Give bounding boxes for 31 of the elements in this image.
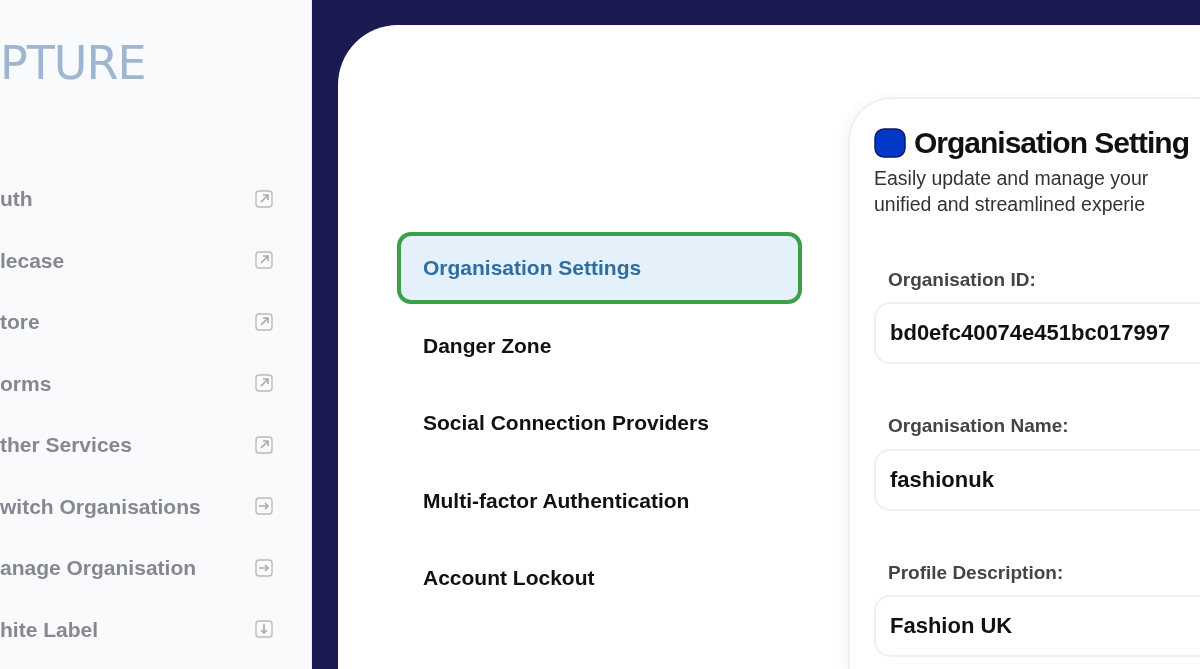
sidebar-item[interactable]: orms <box>0 367 52 399</box>
arrow-up-right-icon <box>255 251 273 270</box>
database-icon <box>874 128 906 158</box>
sidebar-item[interactable]: lecase <box>0 244 65 276</box>
arrow-right-icon <box>255 497 273 516</box>
arrow-up-right-icon <box>255 374 273 393</box>
input-field[interactable]: bd0efc40074e451bc017997 <box>874 302 1200 365</box>
settings-nav-item[interactable]: Social Connection Providers <box>401 391 798 455</box>
arrow-up-right-icon <box>255 189 273 208</box>
sidebar-item[interactable]: uth <box>0 183 33 215</box>
field-label: Organisation Name: <box>888 414 1069 439</box>
input-field[interactable]: Fashion UK <box>874 595 1200 658</box>
arrow-right-icon <box>255 558 273 577</box>
logo: PTURE <box>0 40 146 86</box>
settings-nav-item[interactable]: Multi-factor Authentication <box>401 468 798 532</box>
arrow-up-right-icon <box>255 312 273 331</box>
card-description: unified and streamlined experie <box>874 192 1146 218</box>
sidebar-item[interactable]: witch Organisations <box>0 490 201 522</box>
card-description: Easily update and manage your <box>874 166 1150 191</box>
sidebar-item[interactable]: ther Services <box>0 429 132 461</box>
card-title: Organisation Setting <box>914 125 1190 161</box>
field-label: Profile Description: <box>888 560 1064 585</box>
settings-nav-item[interactable]: Danger Zone <box>401 313 798 377</box>
sidebar-item[interactable]: tore <box>0 306 40 338</box>
settings-nav-item[interactable]: Account Lockout <box>401 546 798 610</box>
field-label: Organisation ID: <box>888 267 1036 292</box>
arrow-down-icon <box>255 620 273 639</box>
sidebar-item[interactable]: hite Label <box>0 613 99 645</box>
arrow-up-right-icon <box>255 435 273 454</box>
input-field[interactable]: fashionuk <box>874 448 1200 511</box>
sidebar-item[interactable]: anage Organisation <box>0 552 197 584</box>
